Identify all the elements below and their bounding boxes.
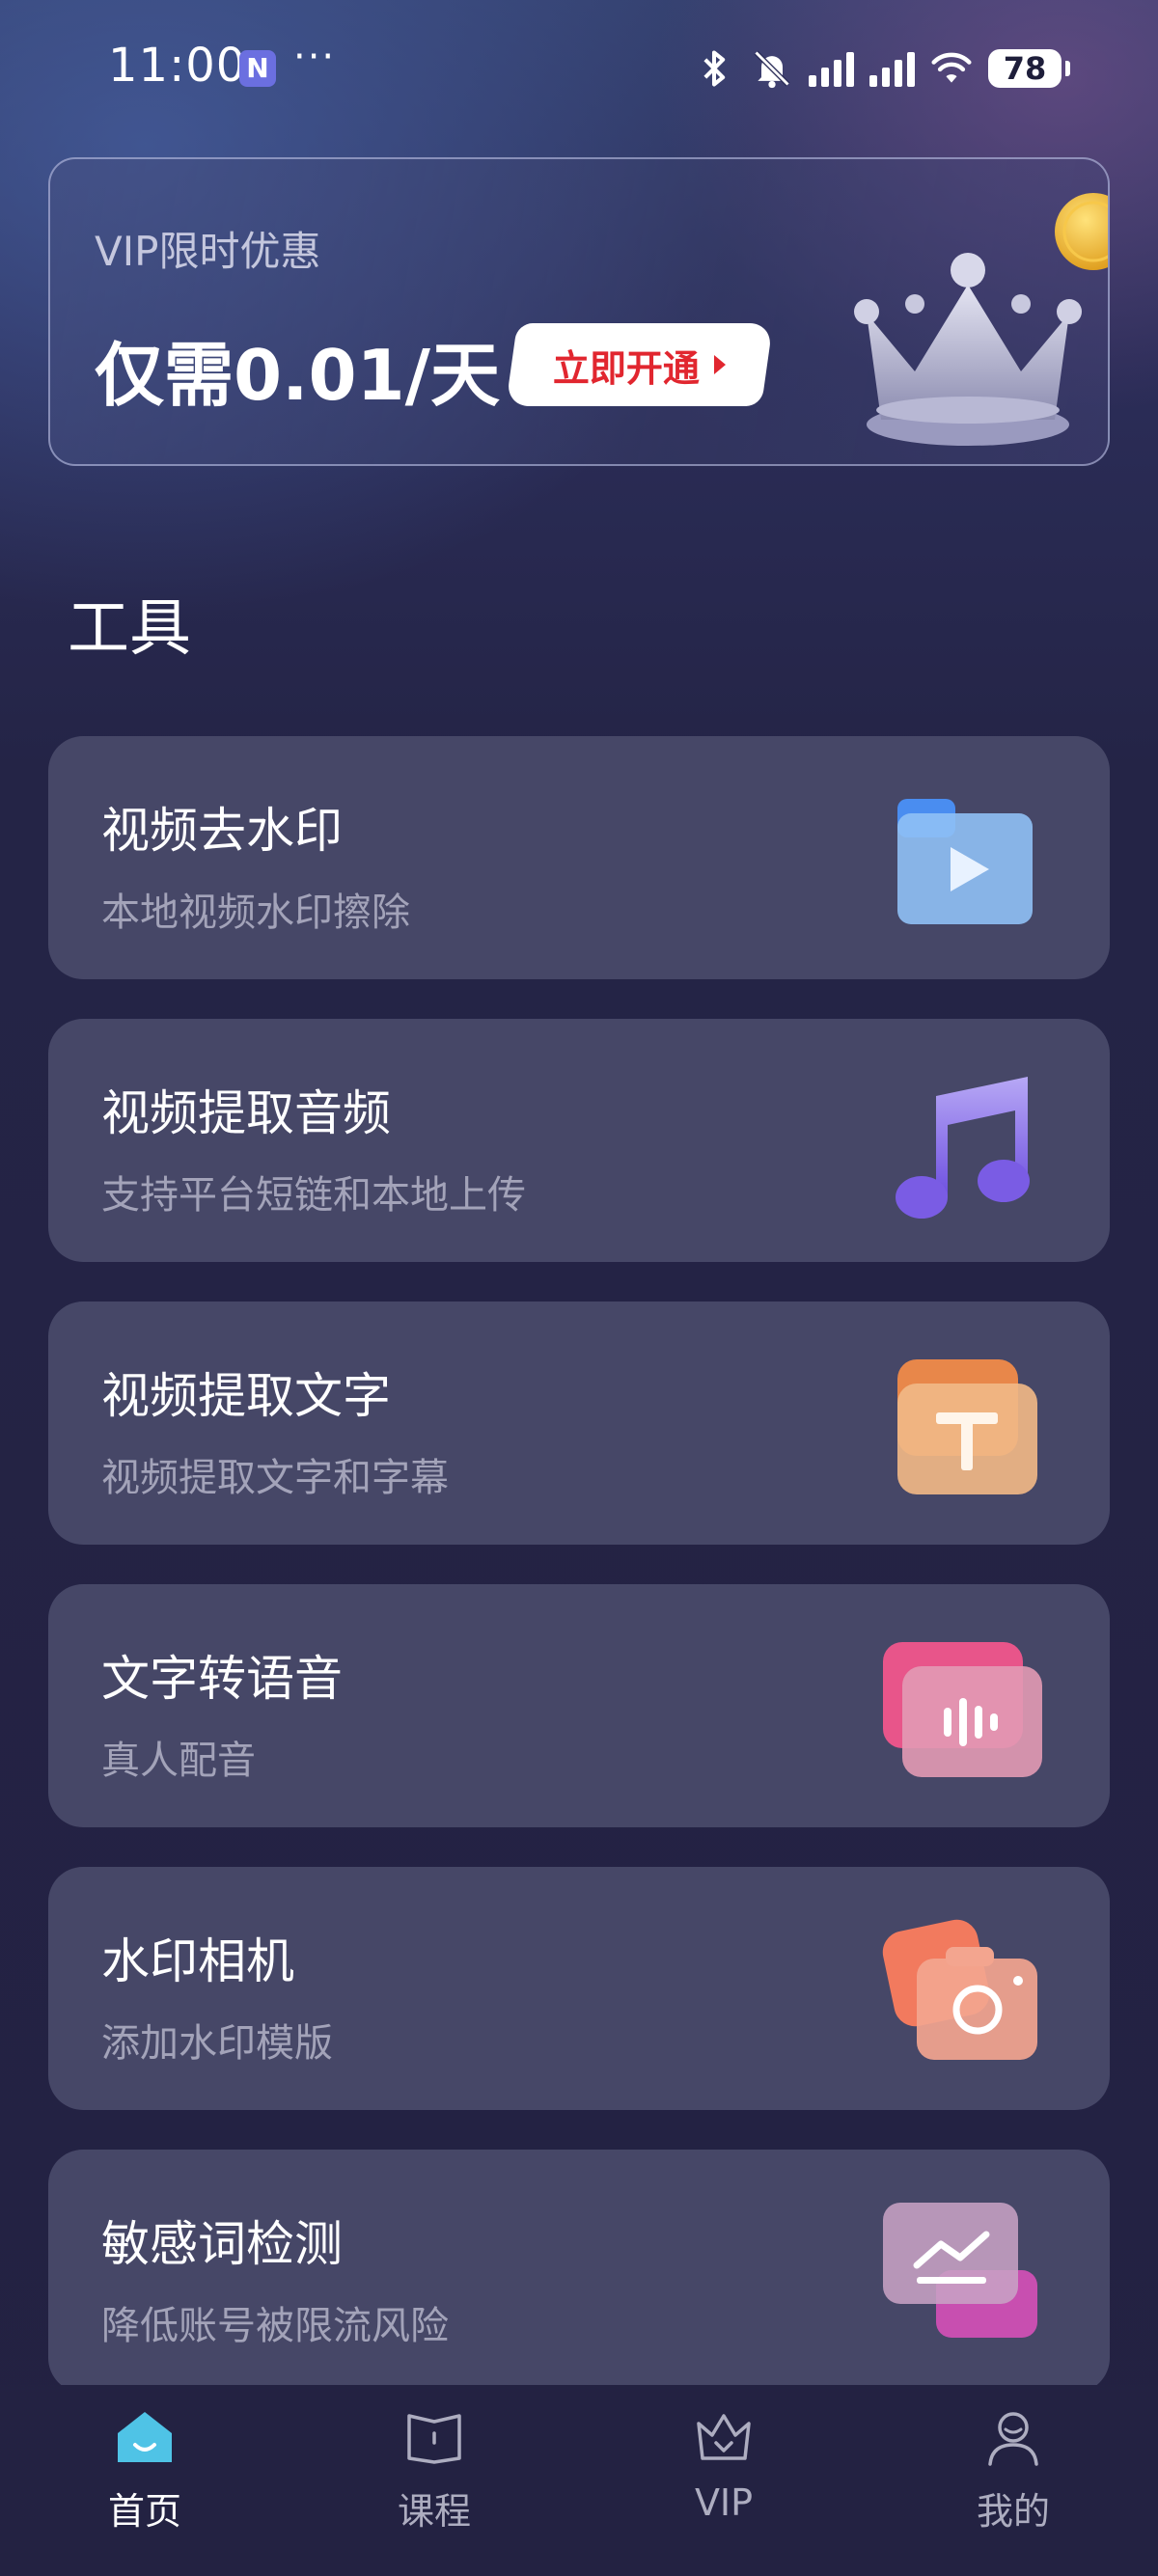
notification-app-icon: N [239, 50, 276, 87]
profile-icon [988, 2412, 1038, 2466]
activate-vip-button[interactable]: 立即开通 [505, 323, 774, 406]
vip-promo-banner[interactable]: VIP限时优惠 仅需0.01/天 立即开通 [48, 157, 1110, 466]
audio-wave-icon [883, 1642, 1042, 1777]
wifi-icon [931, 52, 972, 83]
camera-icon [882, 1919, 1037, 2060]
tool-card-sensitive-words[interactable]: 敏感词检测 降低账号被限流风险 [48, 2150, 1110, 2393]
tool-card-watermark-camera[interactable]: 水印相机 添加水印模版 [48, 1867, 1110, 2110]
trend-chart-icon [883, 2203, 1037, 2338]
mute-bell-icon [754, 50, 790, 89]
text-t-icon [897, 1359, 1037, 1494]
tool-name: 视频提取音频 [101, 1085, 391, 1141]
nav-item-courses[interactable]: 课程 [290, 2385, 579, 2576]
tool-desc: 视频提取文字和字幕 [101, 1456, 449, 1500]
nav-item-profile[interactable]: 我的 [868, 2385, 1158, 2576]
crown-icon [854, 253, 1082, 446]
tool-desc: 降低账号被限流风险 [101, 2304, 449, 2348]
tool-name: 文字转语音 [101, 1651, 343, 1707]
tool-name: 视频去水印 [101, 803, 343, 859]
tool-desc: 本地视频水印擦除 [101, 891, 410, 935]
nav-label: 课程 [397, 2490, 471, 2533]
tool-name: 水印相机 [101, 1933, 294, 1989]
crown-icon [697, 2414, 751, 2460]
cell-signal-1-icon [809, 50, 854, 87]
bottom-nav: 首页 课程 VIP 我的 [0, 2385, 1158, 2576]
nav-label: 我的 [976, 2490, 1050, 2533]
tool-name: 敏感词检测 [101, 2216, 343, 2272]
tool-card-text-to-speech[interactable]: 文字转语音 真人配音 [48, 1584, 1110, 1827]
tool-card-remove-watermark[interactable]: 视频去水印 本地视频水印擦除 [48, 736, 1110, 979]
vip-promo-title: VIP限时优惠 [95, 228, 321, 275]
status-bar: 11:00 N ··· 78 [0, 0, 1158, 135]
arrow-right-icon [713, 355, 726, 374]
tools-section-title: 工具 [68, 593, 191, 665]
status-time: 11:00 [108, 39, 247, 93]
tool-desc: 添加水印模版 [101, 2021, 333, 2066]
vip-promo-price: 仅需0.01/天 [95, 335, 500, 416]
activate-vip-label: 立即开通 [553, 346, 701, 390]
tool-name: 视频提取文字 [101, 1368, 391, 1424]
more-notifications-icon: ··· [293, 35, 337, 79]
status-icons: 78 [693, 44, 1070, 93]
nav-label: VIP [694, 2481, 754, 2524]
tool-card-extract-audio[interactable]: 视频提取音频 支持平台短链和本地上传 [48, 1019, 1110, 1262]
music-note-icon [896, 1077, 1030, 1219]
battery-icon: 78 [988, 49, 1070, 88]
cell-signal-2-icon [869, 50, 915, 87]
nav-item-home[interactable]: 首页 [0, 2385, 290, 2576]
tool-desc: 支持平台短链和本地上传 [101, 1173, 526, 1218]
video-play-icon [897, 799, 1033, 924]
book-icon [407, 2414, 461, 2464]
tool-card-extract-text[interactable]: 视频提取文字 视频提取文字和字幕 [48, 1302, 1110, 1545]
tool-desc: 真人配音 [101, 1739, 256, 1783]
nav-item-vip[interactable]: VIP [579, 2385, 868, 2576]
bluetooth-icon [703, 50, 726, 87]
nav-label: 首页 [107, 2490, 181, 2533]
home-icon [118, 2412, 172, 2462]
